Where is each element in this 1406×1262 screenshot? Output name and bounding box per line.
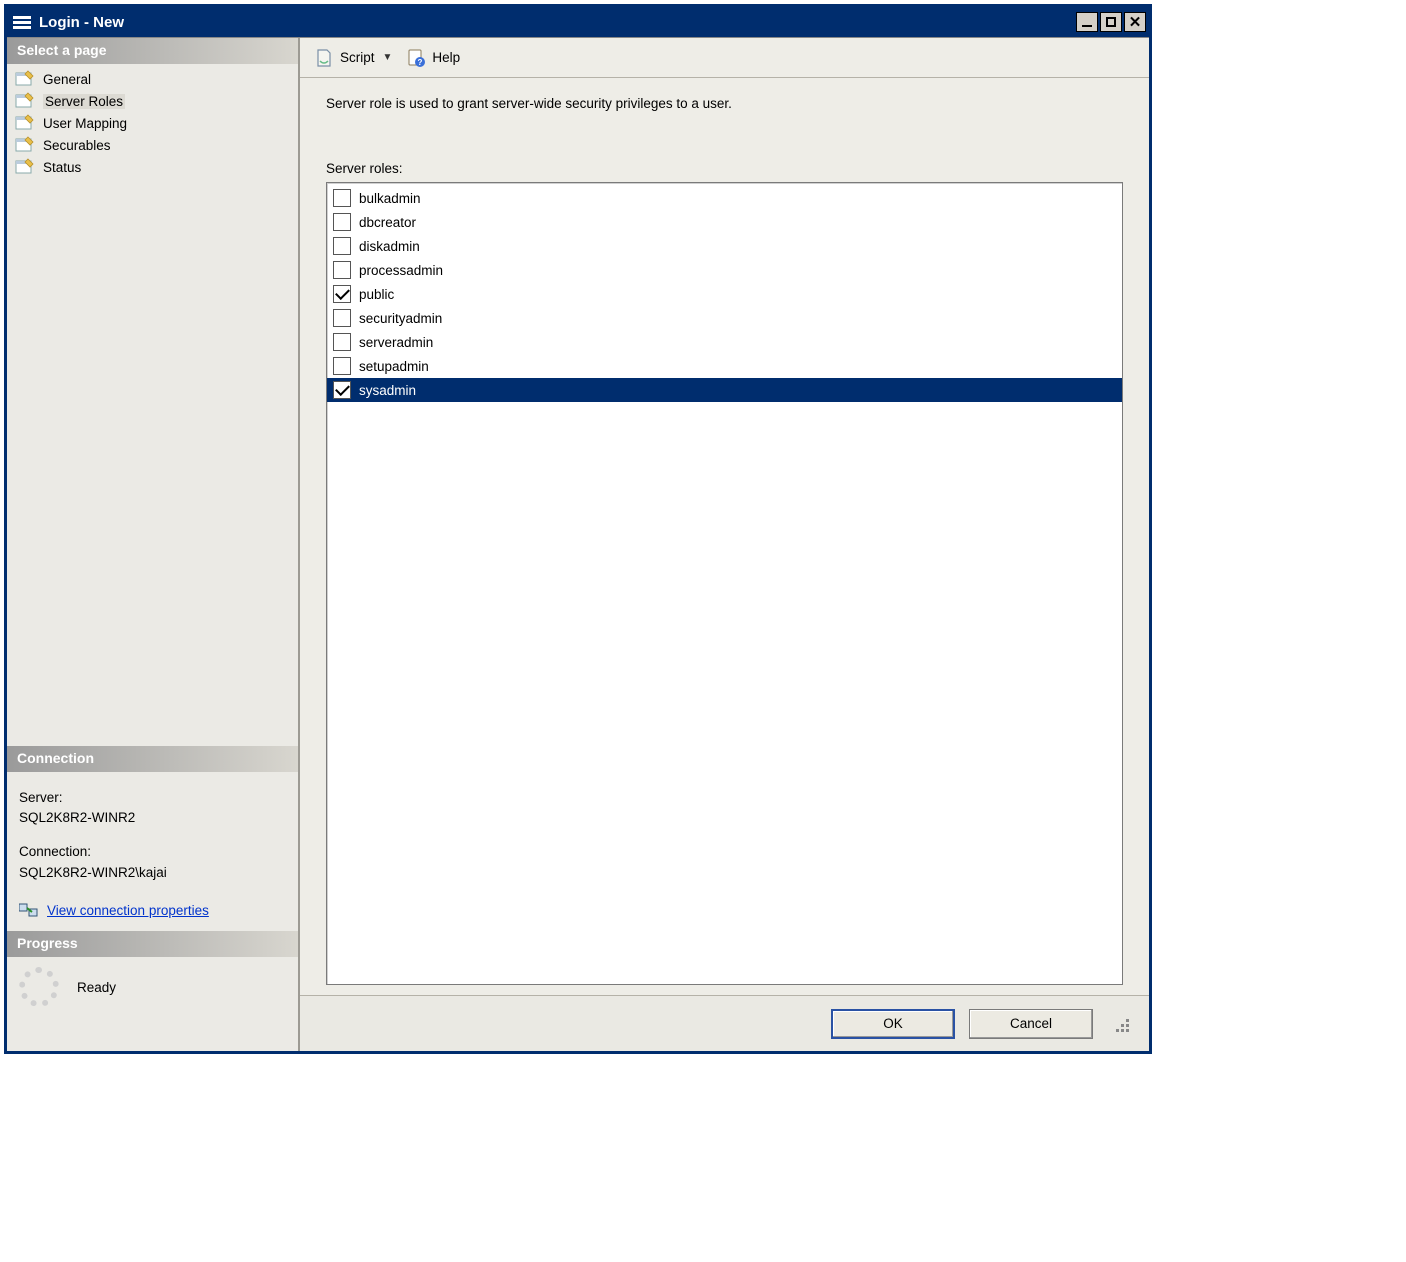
role-checkbox[interactable] — [333, 237, 351, 255]
left-panel: Select a page General Server Roles User Ma… — [7, 38, 300, 1051]
role-item-processadmin[interactable]: processadmin — [327, 258, 1122, 282]
role-checkbox[interactable] — [333, 357, 351, 375]
ok-button[interactable]: OK — [831, 1009, 955, 1039]
role-checkbox[interactable] — [333, 189, 351, 207]
maximize-button[interactable] — [1100, 12, 1122, 32]
footer: OK Cancel — [300, 995, 1149, 1051]
role-checkbox[interactable] — [333, 381, 351, 399]
role-checkbox[interactable] — [333, 213, 351, 231]
role-checkbox[interactable] — [333, 333, 351, 351]
script-icon — [314, 48, 334, 68]
progress-header: Progress — [7, 931, 298, 957]
role-label: bulkadmin — [359, 191, 421, 206]
content: Server role is used to grant server-wide… — [300, 78, 1149, 995]
select-page-header: Select a page — [7, 38, 298, 64]
page-list: General Server Roles User Mapping Securable… — [7, 64, 298, 182]
chevron-down-icon: ▼ — [383, 52, 393, 63]
page-icon — [15, 92, 35, 110]
sidebar-item-label: User Mapping — [43, 116, 127, 131]
window-buttons: ✕ — [1076, 12, 1146, 32]
role-item-public[interactable]: public — [327, 282, 1122, 306]
help-icon: ? — [406, 48, 426, 68]
svg-text:?: ? — [418, 58, 423, 67]
role-label: dbcreator — [359, 215, 416, 230]
script-label: Script — [340, 50, 375, 65]
role-label: setupadmin — [359, 359, 429, 374]
role-label: serveradmin — [359, 335, 433, 350]
server-value: SQL2K8R2-WINR2 — [19, 808, 286, 828]
connection-value: SQL2K8R2-WINR2\kajai — [19, 863, 286, 883]
role-label: diskadmin — [359, 239, 420, 254]
window-title: Login - New — [39, 14, 1076, 31]
server-roles-label: Server roles: — [326, 161, 1123, 176]
close-button[interactable]: ✕ — [1124, 12, 1146, 32]
minimize-button[interactable] — [1076, 12, 1098, 32]
sidebar-item-label: Securables — [43, 138, 111, 153]
help-label: Help — [432, 50, 460, 65]
sidebar-item-server-roles[interactable]: Server Roles — [13, 90, 292, 112]
progress-state: Ready — [77, 980, 116, 995]
resize-grip-icon[interactable] — [1111, 1014, 1131, 1034]
titlebar: Login - New ✕ — [7, 7, 1149, 37]
progress-spinner-icon — [19, 967, 59, 1007]
role-item-bulkadmin[interactable]: bulkadmin — [327, 186, 1122, 210]
page-icon — [15, 70, 35, 88]
view-connection-properties-link[interactable]: View connection properties — [47, 901, 209, 921]
sidebar-item-label: General — [43, 72, 91, 87]
role-checkbox[interactable] — [333, 261, 351, 279]
role-item-serveradmin[interactable]: serveradmin — [327, 330, 1122, 354]
page-icon — [15, 158, 35, 176]
server-label: Server: — [19, 788, 286, 808]
page-icon — [15, 114, 35, 132]
connection-header: Connection — [7, 746, 298, 772]
sidebar-item-label: Status — [43, 160, 81, 175]
cancel-button[interactable]: Cancel — [969, 1009, 1093, 1039]
client-area: Select a page General Server Roles User Ma… — [7, 37, 1149, 1051]
role-label: processadmin — [359, 263, 443, 278]
sidebar-item-securables[interactable]: Securables — [13, 134, 292, 156]
role-item-sysadmin[interactable]: sysadmin — [327, 378, 1122, 402]
sidebar-item-label: Server Roles — [43, 94, 125, 109]
toolbar: Script ▼ ? Help — [300, 38, 1149, 78]
role-item-dbcreator[interactable]: dbcreator — [327, 210, 1122, 234]
sidebar-item-general[interactable]: General — [13, 68, 292, 90]
sidebar-item-status[interactable]: Status — [13, 156, 292, 178]
role-label: public — [359, 287, 394, 302]
sidebar-item-user-mapping[interactable]: User Mapping — [13, 112, 292, 134]
server-roles-list[interactable]: bulkadmin dbcreator diskadmin processadmin p… — [326, 182, 1123, 985]
window: Login - New ✕ Select a page General Serve… — [4, 4, 1152, 1054]
role-item-setupadmin[interactable]: setupadmin — [327, 354, 1122, 378]
role-item-diskadmin[interactable]: diskadmin — [327, 234, 1122, 258]
description-text: Server role is used to grant server-wide… — [326, 96, 1123, 111]
connection-body: Server: SQL2K8R2-WINR2 Connection: SQL2K… — [7, 772, 298, 931]
network-icon — [19, 903, 39, 919]
role-checkbox[interactable] — [333, 285, 351, 303]
role-checkbox[interactable] — [333, 309, 351, 327]
progress-body: Ready — [7, 957, 298, 1017]
page-icon — [15, 136, 35, 154]
connection-label: Connection: — [19, 842, 286, 862]
role-label: securityadmin — [359, 311, 442, 326]
role-label: sysadmin — [359, 383, 416, 398]
script-button[interactable]: Script ▼ — [310, 46, 396, 70]
right-panel: Script ▼ ? Help Server role is used to g… — [300, 38, 1149, 1051]
app-icon — [13, 11, 31, 33]
help-button[interactable]: ? Help — [402, 46, 464, 70]
role-item-securityadmin[interactable]: securityadmin — [327, 306, 1122, 330]
